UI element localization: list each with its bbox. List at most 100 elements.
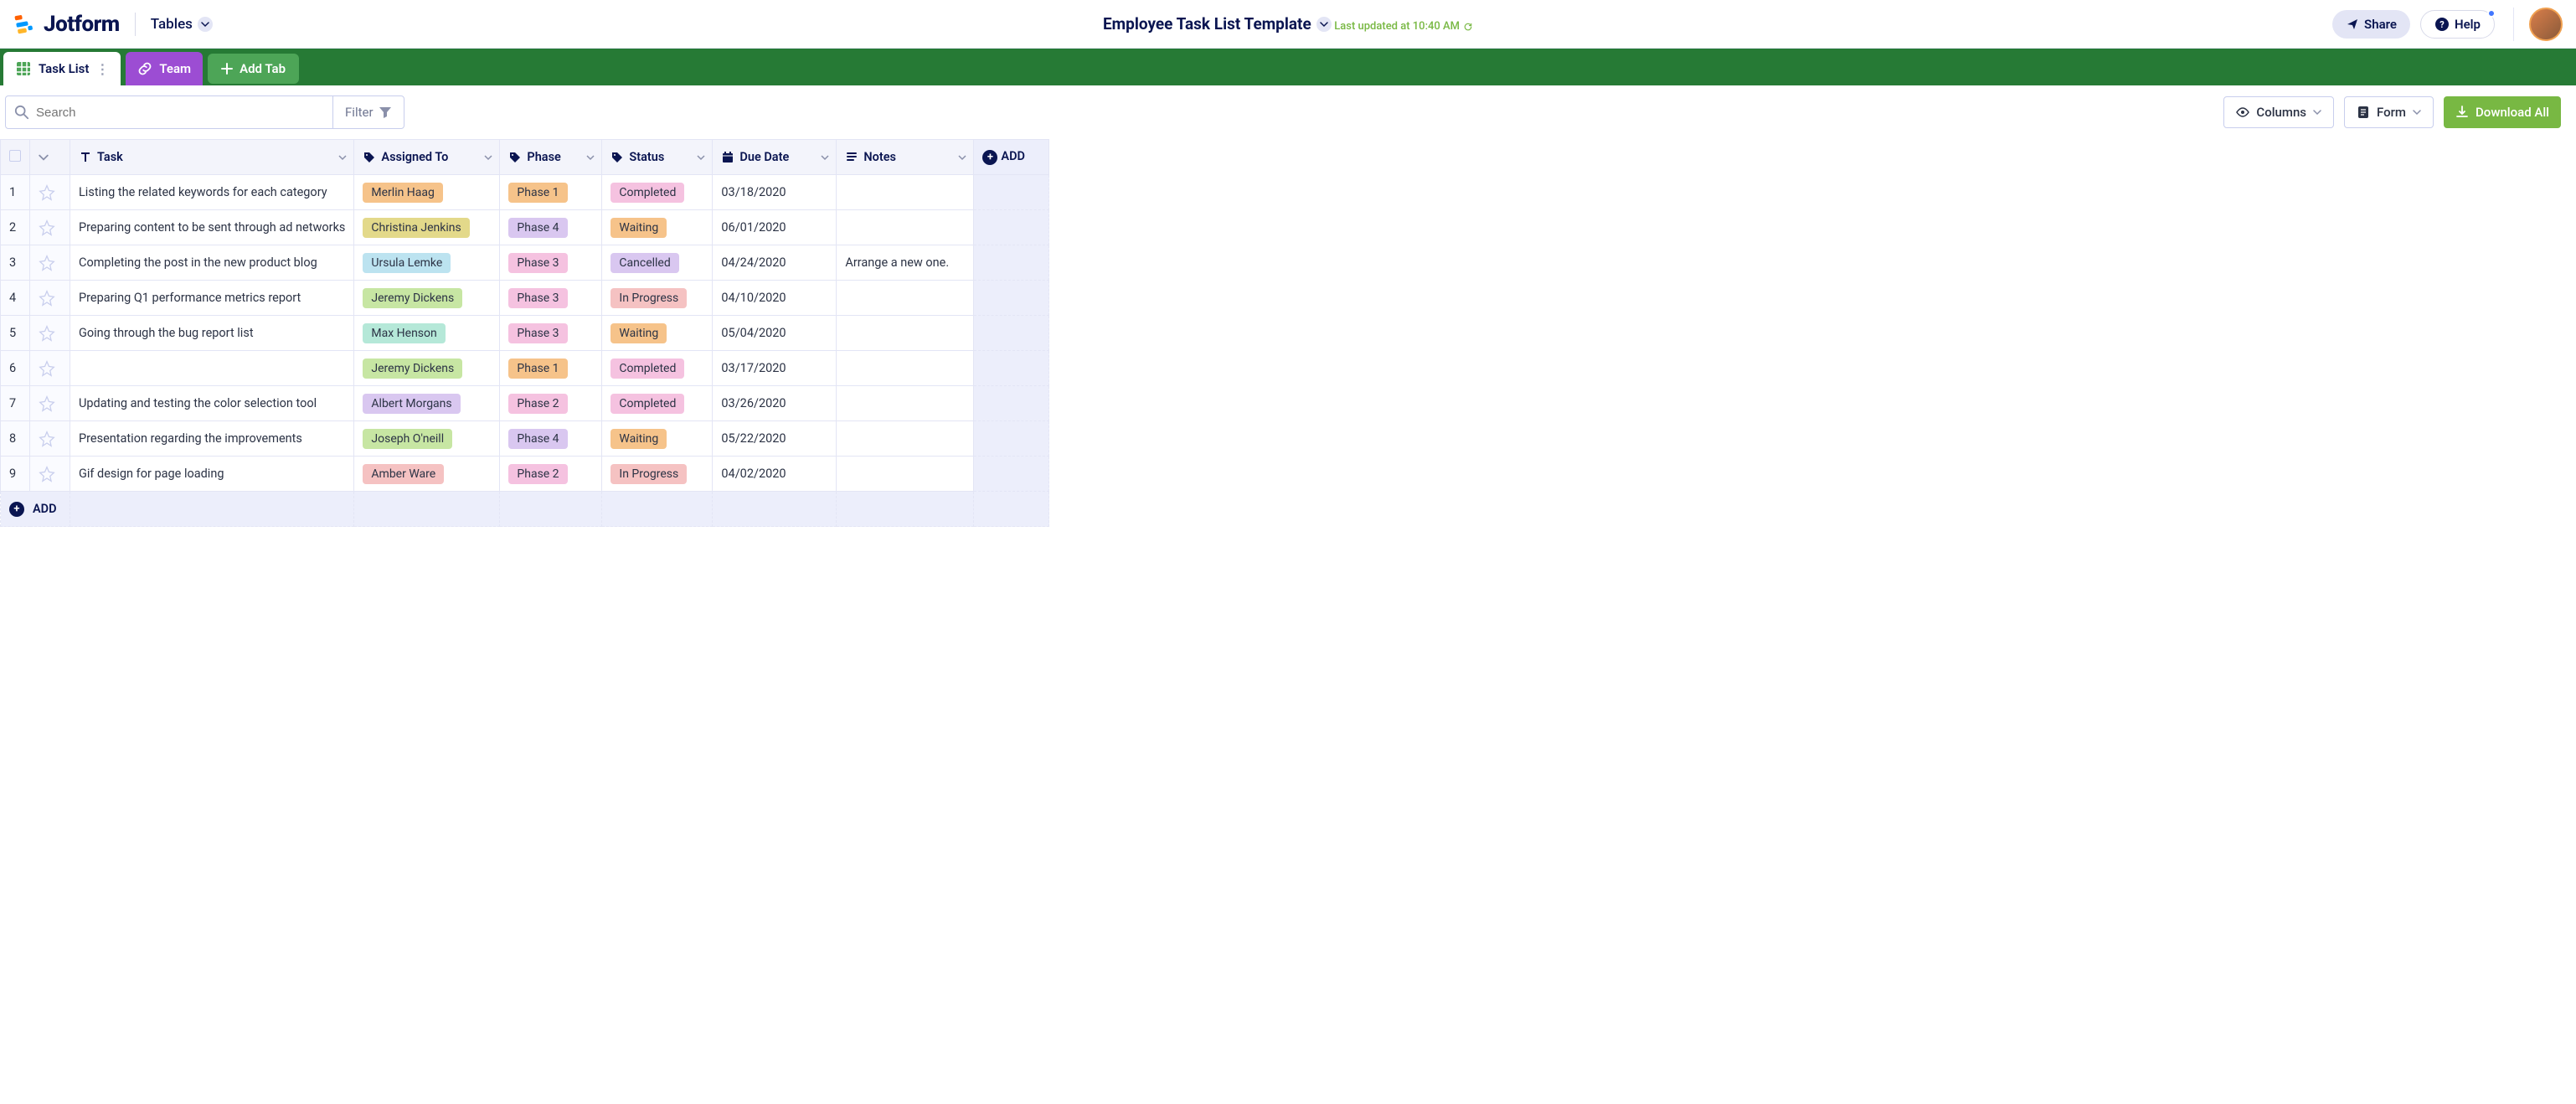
column-header-notes[interactable]: Notes — [837, 140, 974, 175]
row-number[interactable]: 3 — [1, 245, 30, 281]
task-cell[interactable]: Preparing content to be sent through ad … — [70, 210, 354, 245]
task-cell[interactable]: Gif design for page loading — [70, 457, 354, 492]
phase-cell[interactable]: Phase 4 — [500, 210, 602, 245]
row-number[interactable]: 7 — [1, 386, 30, 421]
star-cell[interactable] — [30, 245, 70, 281]
star-cell[interactable] — [30, 281, 70, 316]
notes-cell[interactable] — [837, 316, 974, 351]
select-all-header[interactable] — [1, 140, 30, 175]
status-cell[interactable]: In Progress — [602, 281, 713, 316]
column-header-phase[interactable]: Phase — [500, 140, 602, 175]
task-cell[interactable]: Preparing Q1 performance metrics report — [70, 281, 354, 316]
notes-cell[interactable] — [837, 281, 974, 316]
notes-cell[interactable] — [837, 386, 974, 421]
table-row[interactable]: 3Completing the post in the new product … — [1, 245, 1049, 281]
table-row[interactable]: 9 Gif design for page loadingAmber WarePh… — [1, 457, 1049, 492]
star-cell[interactable] — [30, 316, 70, 351]
star-cell[interactable] — [30, 421, 70, 457]
tab-task-list[interactable]: Task List ⋮ — [3, 52, 121, 85]
notes-cell[interactable]: Arrange a new one. — [837, 245, 974, 281]
star-cell[interactable] — [30, 175, 70, 210]
status-cell[interactable]: Waiting — [602, 210, 713, 245]
chevron-down-icon[interactable] — [586, 153, 595, 162]
assignee-cell[interactable]: Albert Morgans — [354, 386, 500, 421]
due-date-cell[interactable]: 04/10/2020 — [713, 281, 837, 316]
phase-cell[interactable]: Phase 2 — [500, 457, 602, 492]
share-button[interactable]: Share — [2332, 10, 2410, 39]
page-title[interactable]: Employee Task List Template — [1103, 14, 1332, 34]
due-date-cell[interactable]: 04/02/2020 — [713, 457, 837, 492]
star-cell[interactable] — [30, 210, 70, 245]
status-cell[interactable]: Waiting — [602, 421, 713, 457]
assignee-cell[interactable]: Amber Ware — [354, 457, 500, 492]
chevron-down-icon[interactable] — [697, 153, 705, 162]
help-button[interactable]: ? Help — [2420, 10, 2495, 39]
row-number[interactable]: 2 — [1, 210, 30, 245]
assignee-cell[interactable]: Jeremy Dickens — [354, 351, 500, 386]
table-row[interactable]: 1 Listing the related keywords for each c… — [1, 175, 1049, 210]
status-cell[interactable]: Completed — [602, 386, 713, 421]
due-date-cell[interactable]: 06/01/2020 — [713, 210, 837, 245]
notes-cell[interactable] — [837, 351, 974, 386]
phase-cell[interactable]: Phase 1 — [500, 351, 602, 386]
column-header-assigned-to[interactable]: Assigned To — [354, 140, 500, 175]
notes-cell[interactable] — [837, 457, 974, 492]
due-date-cell[interactable]: 03/17/2020 — [713, 351, 837, 386]
chevron-down-icon[interactable] — [484, 153, 492, 162]
status-cell[interactable]: Cancelled — [602, 245, 713, 281]
add-tab-button[interactable]: Add Tab — [208, 54, 299, 84]
row-number[interactable]: 8 — [1, 421, 30, 457]
notes-cell[interactable] — [837, 421, 974, 457]
table-row[interactable]: 6Jeremy DickensPhase 1Completed03/17/202… — [1, 351, 1049, 386]
status-cell[interactable]: Waiting — [602, 316, 713, 351]
column-header-task[interactable]: Task — [70, 140, 354, 175]
status-cell[interactable]: In Progress — [602, 457, 713, 492]
assignee-cell[interactable]: Christina Jenkins — [354, 210, 500, 245]
tab-team[interactable]: Team — [126, 52, 203, 85]
table-row[interactable]: 7 Updating and testing the color selectio… — [1, 386, 1049, 421]
download-all-button[interactable]: Download All — [2444, 96, 2561, 128]
due-date-cell[interactable]: 03/26/2020 — [713, 386, 837, 421]
search-input[interactable] — [6, 96, 332, 128]
chevron-down-icon[interactable] — [958, 153, 966, 162]
star-cell[interactable] — [30, 457, 70, 492]
assignee-cell[interactable]: Ursula Lemke — [354, 245, 500, 281]
phase-cell[interactable]: Phase 3 — [500, 281, 602, 316]
assignee-cell[interactable]: Jeremy Dickens — [354, 281, 500, 316]
row-number[interactable]: 5 — [1, 316, 30, 351]
column-header-due-date[interactable]: Due Date — [713, 140, 837, 175]
due-date-cell[interactable]: 03/18/2020 — [713, 175, 837, 210]
chevron-down-icon[interactable] — [821, 153, 829, 162]
star-cell[interactable] — [30, 351, 70, 386]
row-number[interactable]: 4 — [1, 281, 30, 316]
columns-button[interactable]: Columns — [2223, 96, 2334, 128]
status-cell[interactable]: Completed — [602, 175, 713, 210]
task-cell[interactable]: Listing the related keywords for each ca… — [70, 175, 354, 210]
task-cell[interactable]: Updating and testing the color selection… — [70, 386, 354, 421]
row-number[interactable]: 9 — [1, 457, 30, 492]
filter-button[interactable]: Filter — [332, 96, 404, 128]
star-cell[interactable] — [30, 386, 70, 421]
notes-cell[interactable] — [837, 175, 974, 210]
task-cell[interactable]: Presentation regarding the improvements — [70, 421, 354, 457]
checkbox[interactable] — [9, 150, 21, 162]
task-cell[interactable] — [70, 351, 354, 386]
assignee-cell[interactable]: Joseph O'neill — [354, 421, 500, 457]
table-row[interactable]: 4 Preparing Q1 performance metrics report… — [1, 281, 1049, 316]
task-cell[interactable]: Going through the bug report list — [70, 316, 354, 351]
avatar[interactable] — [2529, 8, 2563, 41]
notes-cell[interactable] — [837, 210, 974, 245]
phase-cell[interactable]: Phase 2 — [500, 386, 602, 421]
assignee-cell[interactable]: Merlin Haag — [354, 175, 500, 210]
due-date-cell[interactable]: 05/04/2020 — [713, 316, 837, 351]
due-date-cell[interactable]: 05/22/2020 — [713, 421, 837, 457]
kebab-icon[interactable]: ⋮ — [95, 61, 109, 77]
phase-cell[interactable]: Phase 3 — [500, 245, 602, 281]
phase-cell[interactable]: Phase 1 — [500, 175, 602, 210]
table-row[interactable]: 5Going through the bug report listMax He… — [1, 316, 1049, 351]
add-row[interactable]: +ADD — [1, 492, 1049, 527]
due-date-cell[interactable]: 04/24/2020 — [713, 245, 837, 281]
row-number[interactable]: 1 — [1, 175, 30, 210]
add-column-button[interactable]: +ADD — [974, 140, 1049, 175]
tables-dropdown[interactable]: Tables — [151, 16, 213, 33]
